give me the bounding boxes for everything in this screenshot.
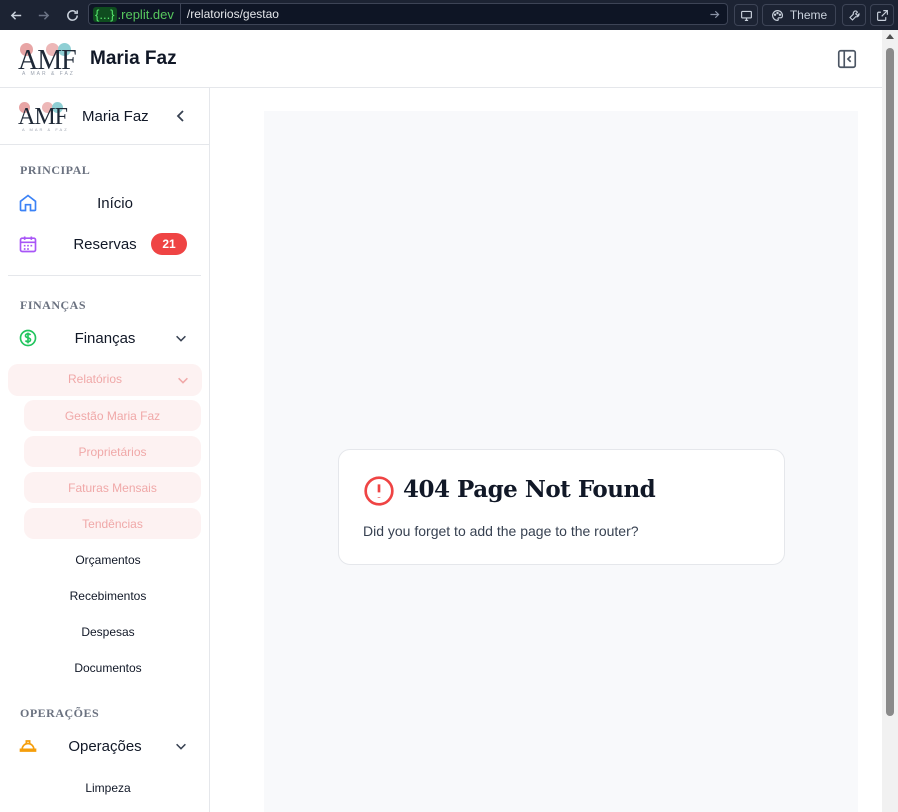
helmet-icon <box>19 740 37 752</box>
sidebar-item-faturas[interactable]: Faturas Mensais <box>24 472 201 503</box>
dollar-circle-icon <box>19 329 37 347</box>
back-arrow-icon[interactable] <box>5 4 27 26</box>
url-domain: {...} .replit.dev <box>89 3 181 25</box>
theme-label: Theme <box>789 8 828 22</box>
sidebar-item-label: Finanças <box>74 329 136 347</box>
sidebar-item-inicio[interactable]: Início <box>8 185 202 221</box>
chevron-down-icon <box>178 377 188 384</box>
sidebar-brand: AMF A MAR & FAZ Maria Faz <box>0 88 209 145</box>
sidebar-item-label: Relatórios <box>67 372 123 386</box>
chevron-left-icon[interactable] <box>173 108 189 124</box>
scroll-thumb[interactable] <box>886 48 894 716</box>
main-content: 404 Page Not Found Did you forget to add… <box>264 111 858 812</box>
sidebar-divider <box>8 275 201 276</box>
chevron-down-icon[interactable] <box>174 739 188 753</box>
external-link-icon[interactable] <box>870 4 894 26</box>
section-label-operacoes: OPERAÇÕES <box>20 706 100 720</box>
sidebar-item-recebimentos[interactable]: Recebimentos <box>16 584 200 608</box>
header-title: Maria Faz <box>90 47 177 69</box>
forward-arrow-icon[interactable] <box>32 4 54 26</box>
sidebar-item-orcamentos[interactable]: Orçamentos <box>16 548 200 572</box>
not-found-card: 404 Page Not Found Did you forget to add… <box>338 449 785 565</box>
url-path: /relatorios/gestao <box>186 7 279 21</box>
section-label-financas: FINANÇAS <box>20 298 87 312</box>
home-icon <box>19 194 37 212</box>
sidebar-item-financas[interactable]: Finanças <box>8 320 202 356</box>
url-bar[interactable]: {...} .replit.dev /relatorios/gestao <box>88 3 728 25</box>
theme-button[interactable]: Theme <box>762 4 836 26</box>
section-label-principal: PRINCIPAL <box>20 163 91 177</box>
sidebar-item-tendencias[interactable]: Tendências <box>24 508 201 539</box>
sidebar-collapse-icon[interactable] <box>836 48 858 70</box>
sidebar-item-despesas[interactable]: Despesas <box>16 620 200 644</box>
sidebar-item-documentos[interactable]: Documentos <box>16 656 200 680</box>
sidebar-brand-name: Maria Faz <box>82 107 149 125</box>
sidebar-item-proprietarios[interactable]: Proprietários <box>24 436 201 467</box>
reservas-count-badge: 21 <box>151 233 187 255</box>
sidebar-item-gestao[interactable]: Gestão Maria Faz <box>24 400 201 431</box>
browser-toolbar: {...} .replit.dev /relatorios/gestao Them… <box>0 0 898 30</box>
sidebar-item-label: Operações <box>68 737 142 755</box>
monitor-icon[interactable] <box>734 4 758 26</box>
sidebar-item-reservas[interactable]: Reservas 21 <box>8 226 202 262</box>
url-domain-badge: {...} <box>93 6 117 22</box>
reload-icon[interactable] <box>61 4 83 26</box>
sidebar-item-limpeza[interactable]: Limpeza <box>16 776 200 800</box>
url-domain-text: .replit.dev <box>117 6 174 22</box>
sidebar-item-relatorios[interactable]: Relatórios <box>8 364 202 396</box>
palette-icon <box>771 9 783 21</box>
sidebar-item-label: Início <box>97 194 133 212</box>
header-logo: AMF A MAR & FAZ <box>18 42 78 77</box>
alert-circle-icon <box>364 476 394 506</box>
wrench-icon[interactable] <box>842 4 866 26</box>
page-scrollbar[interactable] <box>882 30 898 812</box>
sidebar-logo-subtitle: A MAR & FAZ <box>22 127 69 132</box>
app-header: AMF A MAR & FAZ Maria Faz <box>0 30 882 88</box>
error-message: Did you forget to add the page to the ro… <box>363 523 639 539</box>
logo-subtitle: A MAR & FAZ <box>22 70 75 77</box>
sidebar-logo: AMF A MAR & FAZ <box>18 102 70 132</box>
scroll-up-icon[interactable] <box>886 34 894 39</box>
chevron-down-icon[interactable] <box>174 331 188 345</box>
go-arrow-icon[interactable] <box>708 8 721 26</box>
calendar-icon <box>19 236 37 253</box>
sidebar-item-operacoes[interactable]: Operações <box>8 728 202 764</box>
sidebar-item-label: Reservas <box>73 235 137 253</box>
error-title: 404 Page Not Found <box>403 476 656 503</box>
sidebar: AMF A MAR & FAZ Maria Faz PRINCIPAL Iníc… <box>0 88 210 812</box>
